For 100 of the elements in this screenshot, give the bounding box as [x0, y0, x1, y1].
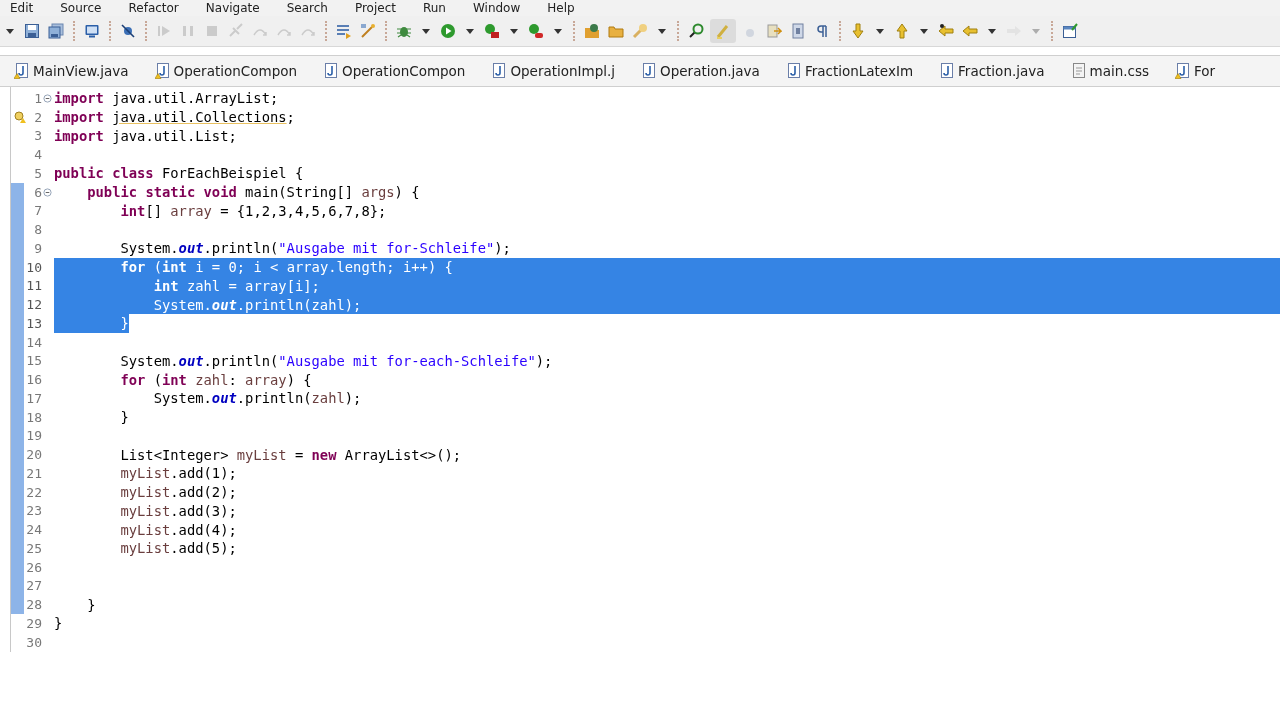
- editor-tab[interactable]: OperationCompon: [323, 63, 492, 79]
- code-text: []: [145, 202, 162, 219]
- line-number: 16: [25, 372, 42, 388]
- code-text: (: [153, 259, 162, 276]
- line-number: 28: [25, 597, 42, 613]
- line-number: 19: [25, 428, 42, 444]
- code-text: .println(: [203, 240, 279, 257]
- caret-icon[interactable]: [920, 28, 928, 34]
- save-all-icon[interactable]: [48, 23, 64, 39]
- code-text: java.util.ArrayList;: [112, 90, 279, 107]
- editor-tab[interactable]: Operation.java: [641, 63, 786, 79]
- menu-item[interactable]: Navigate: [205, 0, 260, 16]
- code-text: .println(: [236, 296, 312, 313]
- run-icon[interactable]: [440, 23, 456, 39]
- code-text: :: [228, 371, 237, 388]
- open-type-icon[interactable]: [584, 23, 600, 39]
- monitor-icon[interactable]: [84, 23, 100, 39]
- static-field: out: [178, 240, 204, 257]
- code-text: .add(2);: [170, 484, 237, 501]
- keyword: int: [162, 371, 187, 388]
- caret-icon[interactable]: [510, 28, 518, 34]
- menu-item[interactable]: Help: [547, 0, 575, 16]
- code-text: = 0;: [211, 259, 246, 276]
- toggle-button[interactable]: [710, 19, 736, 43]
- caret-icon[interactable]: [422, 28, 430, 34]
- code-text: java.util.List;: [112, 127, 237, 144]
- caret-icon[interactable]: [658, 28, 666, 34]
- code-text: ) {: [286, 371, 312, 388]
- code-text: <: [270, 259, 279, 276]
- caret-icon[interactable]: [876, 28, 884, 34]
- save-icon[interactable]: [24, 23, 40, 39]
- line-number: 25: [25, 540, 42, 556]
- editor-tab[interactable]: MainView.java: [14, 63, 155, 79]
- code-text: .add(1);: [170, 465, 237, 482]
- lightbulb-warning-icon[interactable]: [14, 110, 26, 123]
- pilcrow-icon[interactable]: [814, 23, 830, 39]
- window-icon[interactable]: [1062, 23, 1078, 39]
- code-text: .add(3);: [170, 502, 237, 519]
- keyword: import: [54, 90, 104, 107]
- variable: args: [361, 184, 395, 201]
- line-number: 21: [25, 465, 42, 481]
- code-text: ;: [286, 109, 295, 126]
- keyword: public static void: [87, 184, 237, 201]
- annotation-icon[interactable]: [688, 23, 704, 39]
- variable: myList: [120, 465, 171, 482]
- line-number: 9: [33, 240, 42, 256]
- coverage-icon[interactable]: [484, 23, 500, 39]
- block-icon[interactable]: [790, 23, 806, 39]
- document-icon[interactable]: [766, 23, 782, 39]
- folder-icon[interactable]: [608, 23, 624, 39]
- line-number: 5: [33, 165, 42, 181]
- menu-item[interactable]: Window: [472, 0, 521, 16]
- caret-icon[interactable]: [466, 28, 474, 34]
- collapse-icon[interactable]: [43, 93, 52, 103]
- code-text: [: [286, 277, 295, 294]
- code-text: List<Integer>: [120, 446, 229, 463]
- code-text: );: [344, 296, 362, 313]
- caret-icon[interactable]: [988, 28, 996, 34]
- back-arrow-icon[interactable]: [962, 23, 978, 39]
- variable: array: [170, 202, 212, 219]
- list-icon[interactable]: [336, 23, 352, 39]
- variable: myList: [120, 521, 171, 538]
- editor-tab[interactable]: FractionLatexIm: [785, 63, 940, 79]
- editor-tab[interactable]: main.css: [1070, 63, 1176, 79]
- code-text: .println(: [203, 352, 279, 369]
- variable: i: [253, 259, 262, 276]
- line-number: 11: [25, 278, 42, 294]
- code-text: (: [153, 371, 162, 388]
- keyword: for: [120, 259, 146, 276]
- up-arrow-icon[interactable]: [894, 23, 910, 39]
- last-edit-icon[interactable]: [938, 23, 954, 39]
- code-text: .add(4);: [170, 521, 237, 538]
- code-text: }: [87, 596, 96, 613]
- menu-item[interactable]: Search: [286, 0, 328, 16]
- line-number: 1: [33, 90, 42, 106]
- collapse-icon[interactable]: [43, 187, 52, 197]
- variable: zahl: [311, 296, 345, 313]
- line-number: 8: [33, 222, 42, 238]
- menu-item[interactable]: Run: [422, 0, 446, 16]
- variable: i: [195, 259, 204, 276]
- code-text: }: [120, 315, 129, 332]
- editor-tab[interactable]: For: [1175, 63, 1242, 79]
- variable: zahl: [186, 277, 221, 294]
- menu-item[interactable]: Source: [60, 0, 102, 16]
- wand-icon[interactable]: [360, 23, 376, 39]
- editor-tab[interactable]: Fraction.java: [939, 63, 1071, 79]
- menu-item[interactable]: Edit: [10, 0, 34, 16]
- editor-tab[interactable]: OperationImpl.j: [491, 63, 642, 79]
- code-text: =: [294, 446, 304, 463]
- editor-tab[interactable]: OperationCompon: [154, 63, 323, 79]
- menu-item[interactable]: Project: [354, 0, 396, 16]
- down-arrow-icon[interactable]: [850, 23, 866, 39]
- caret-icon[interactable]: [6, 28, 14, 34]
- line-number: 13: [25, 315, 42, 331]
- code-text: }: [54, 615, 63, 632]
- menu-item[interactable]: Refactor: [128, 0, 179, 16]
- line-number: 24: [25, 522, 42, 538]
- code-text: ForEachBeispiel {: [162, 165, 304, 182]
- caret-icon[interactable]: [554, 28, 562, 34]
- keyword: new: [311, 446, 337, 463]
